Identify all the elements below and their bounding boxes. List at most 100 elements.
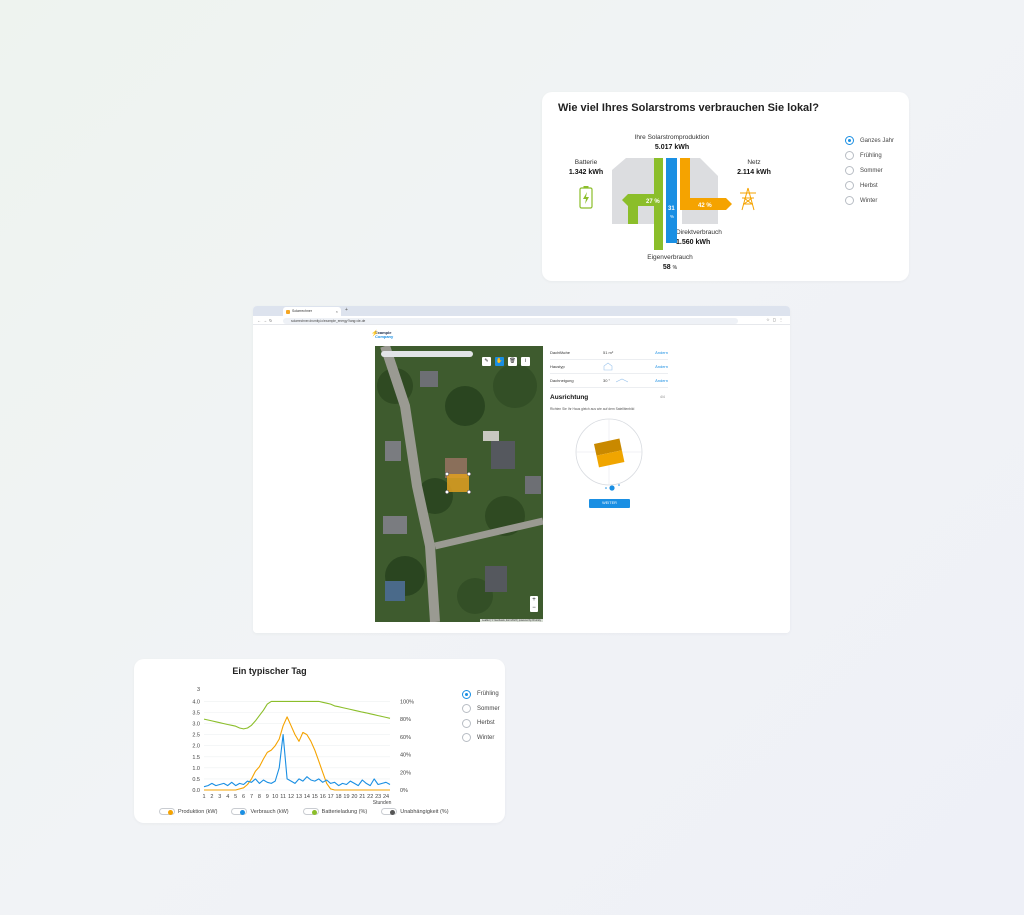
day-season-herbst[interactable]: Herbst <box>462 716 500 731</box>
x-tick-label: 8 <box>258 794 261 800</box>
close-tab-icon[interactable]: × <box>336 309 338 314</box>
y-right-tick-label: 0% <box>400 788 408 794</box>
toggle-switch <box>302 808 319 815</box>
new-tab-icon[interactable]: + <box>345 307 348 313</box>
url-bar[interactable]: solarrechner.drumity.io/example_energy?l… <box>283 317 738 324</box>
logo-bolt-icon: ⚡ <box>371 331 379 337</box>
next-button[interactable]: WEITER <box>589 499 630 508</box>
roof-pitch-row: Dachneigung 30 ° Ändern <box>550 374 668 388</box>
day-season-fruehling[interactable]: Frühling <box>462 687 500 702</box>
map-address-search[interactable] <box>381 351 473 357</box>
edit-roof-pitch-link[interactable]: Ändern <box>655 378 668 383</box>
x-tick-label: 4 <box>226 794 229 800</box>
radio-dot <box>845 166 854 175</box>
y-left-tick-label: 1.0 <box>192 766 200 772</box>
y-left-tick-label: 0.5 <box>192 777 200 783</box>
company-logo: ⚡ Example Company <box>371 330 394 340</box>
trash-icon[interactable]: 🗑 <box>508 357 517 366</box>
x-tick-label: 20 <box>351 794 357 800</box>
legend-unabhaengigkeit-toggle[interactable]: Unabhängigkeit (%) <box>381 808 449 815</box>
legend-produktion-toggle[interactable]: Produktion (kW) <box>159 808 217 815</box>
map-attribution: Leaflet | © Geobasis, Esri 2023 | powere… <box>480 619 543 622</box>
map-zoom-controls: + − <box>530 596 538 612</box>
x-tick-label: 5 <box>234 794 237 800</box>
radio-dot <box>462 704 471 714</box>
x-tick-label: 11 <box>280 794 286 800</box>
y-left-tick-label: 3.5 <box>192 711 200 717</box>
browser-window: Solarrechner × + ←→↻ solarrechner.drumit… <box>253 306 790 633</box>
y-right-tick-label: 40% <box>400 753 411 759</box>
house-type-icon <box>603 362 613 372</box>
satellite-map[interactable]: ✎ ✋ 🗑 i + − Leaflet | © Geobasis, Esri 2023… <box>375 346 543 622</box>
power-tower-icon <box>740 187 756 211</box>
nav-buttons[interactable]: ←→↻ <box>257 318 274 323</box>
roof-settings-panel: Dachfläche 51 m² Ändern Haustyp Ändern D… <box>550 346 668 388</box>
x-tick-label: 2 <box>210 794 213 800</box>
day-season-winter[interactable]: Winter <box>462 731 500 746</box>
season-option-fruehling[interactable]: Frühling <box>845 148 894 163</box>
y-right-tick-label: 20% <box>400 770 411 776</box>
battery-percent: 27 % <box>646 199 660 205</box>
zoom-out-button[interactable]: − <box>530 604 538 612</box>
x-tick-label: 7 <box>250 794 253 800</box>
house-type-row: Haustyp Ändern <box>550 360 668 374</box>
x-tick-label: 18 <box>335 794 341 800</box>
y-left-tick-label: 4.0 <box>192 699 200 705</box>
step-indicator: 4/4 <box>660 395 665 399</box>
chart-legend: Produktion (kW) Verbrauch (kW) Batteriel… <box>159 808 449 815</box>
toggle-switch <box>381 808 398 815</box>
x-tick-label: 15 <box>312 794 318 800</box>
edit-house-type-link[interactable]: Ändern <box>655 364 668 369</box>
roof-pitch-icon <box>615 378 629 384</box>
season-option-sommer[interactable]: Sommer <box>845 163 894 178</box>
self-consumption-card: Wie viel Ihres Solarstroms verbrauchen S… <box>542 92 909 281</box>
direct-consumption-flow <box>666 158 677 243</box>
battery-icon <box>579 186 593 209</box>
x-tick-label: 10 <box>272 794 278 800</box>
direct-percent-unit: % <box>670 214 674 219</box>
browser-tab-bar: Solarrechner × + <box>253 306 790 322</box>
y-left-tick-label: 2.0 <box>192 744 200 750</box>
y-right-tick-label: 60% <box>400 735 411 741</box>
x-tick-label: 9 <box>266 794 269 800</box>
y-right-tick-label: 100% <box>400 699 414 705</box>
x-tick-label: 13 <box>296 794 302 800</box>
x-tick-label: 19 <box>343 794 349 800</box>
typical-day-card: Ein typischer Tag 0.0 0.5 1.0 1.5 2.0 2.5 3.0 3… <box>134 659 505 823</box>
season-option-winter[interactable]: Winter <box>845 193 894 208</box>
y-right-tick-label: 80% <box>400 717 411 723</box>
season-option-herbst[interactable]: Herbst <box>845 178 894 193</box>
legend-verbrauch-toggle[interactable]: Verbrauch (kW) <box>231 808 289 815</box>
browser-tab[interactable]: Solarrechner × <box>283 307 341 316</box>
series-line-batterieladung <box>203 700 391 730</box>
orientation-heading: Ausrichtung <box>550 394 589 401</box>
hand-icon[interactable]: ✋ <box>495 357 504 366</box>
browser-toolbar-icons[interactable]: ☆◻⋮ <box>766 317 786 322</box>
legend-batterieladung-toggle[interactable]: Batterieladung (%) <box>302 808 367 815</box>
x-tick-label: 3 <box>218 794 221 800</box>
y-left-tick-label: 2.5 <box>192 733 200 739</box>
zoom-in-button[interactable]: + <box>530 596 538 604</box>
y-left-top-label: 3 <box>197 687 200 693</box>
x-axis-label: Stunden <box>373 800 392 806</box>
season-option-ganzes-jahr[interactable]: Ganzes Jahr <box>845 133 894 148</box>
satellite-imagery <box>375 346 543 622</box>
grid-percent: 42 % <box>698 203 712 209</box>
toggle-switch <box>159 808 175 815</box>
pencil-icon[interactable]: ✎ <box>482 357 491 366</box>
x-tick-label: 17 <box>328 794 334 800</box>
edit-roof-area-link[interactable]: Ändern <box>655 350 668 355</box>
roof-area-row: Dachfläche 51 m² Ändern <box>550 346 668 360</box>
toggle-switch <box>231 808 248 815</box>
radio-dot <box>845 196 854 205</box>
orientation-hint: Richten Sie Ihr Haus gleich aus wie auf … <box>550 407 635 411</box>
house-orientation-shape <box>593 438 625 468</box>
x-tick-label: 14 <box>304 794 310 800</box>
y-left-tick-label: 0.0 <box>192 788 200 794</box>
radio-dot <box>462 718 471 728</box>
orientation-compass[interactable] <box>574 417 644 495</box>
info-icon[interactable]: i <box>521 357 530 366</box>
radio-dot <box>845 181 854 190</box>
y-left-tick-label: 1.5 <box>192 755 200 761</box>
day-season-sommer[interactable]: Sommer <box>462 702 500 717</box>
